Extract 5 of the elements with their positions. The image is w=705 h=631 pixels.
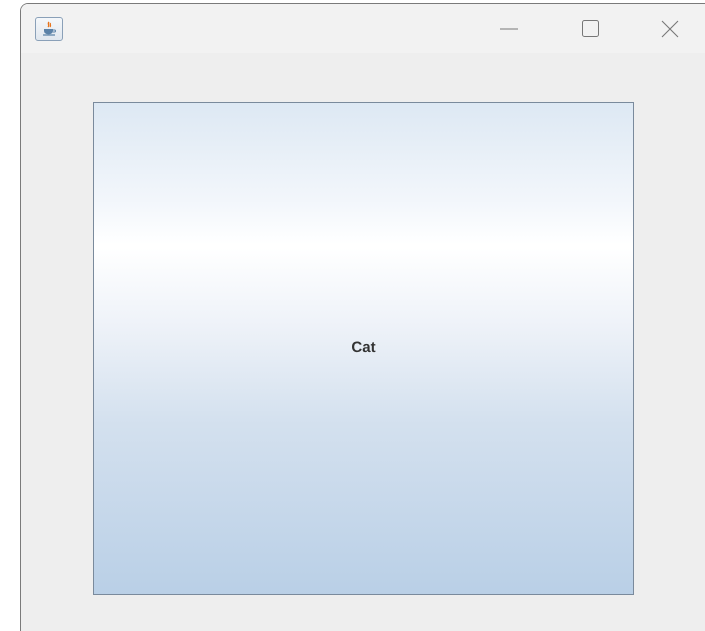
maximize-icon — [582, 20, 598, 37]
close-icon — [661, 20, 679, 38]
minimize-icon — [500, 28, 518, 30]
cat-button[interactable]: Cat — [93, 102, 634, 595]
coffee-cup-icon[interactable] — [35, 16, 63, 40]
